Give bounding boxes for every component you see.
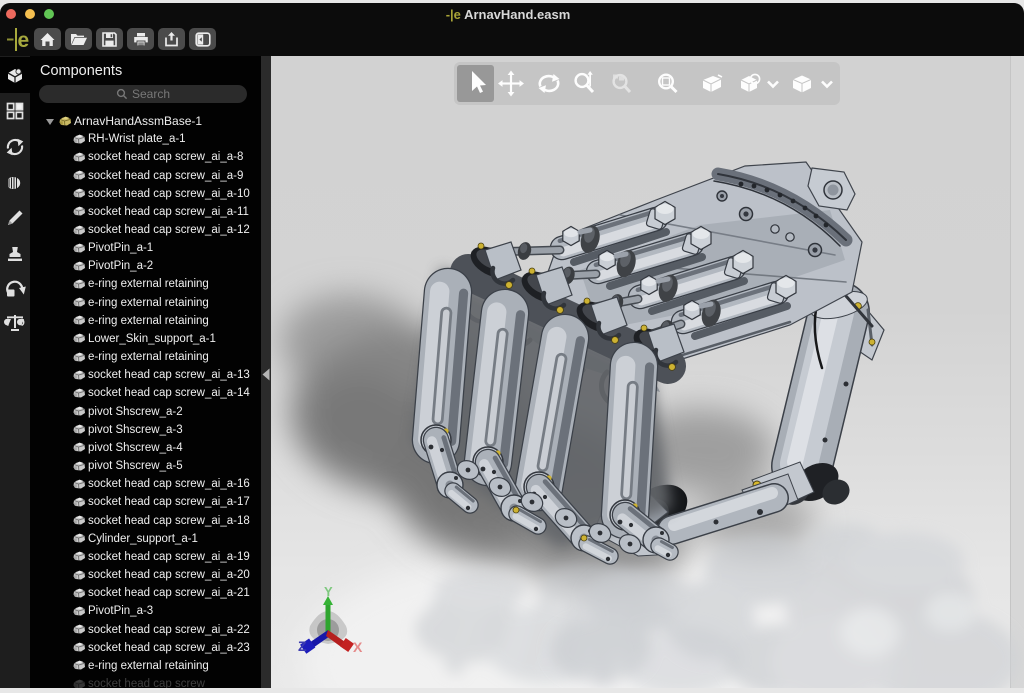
svg-text:X: X [353, 639, 363, 655]
svg-text:Z: Z [298, 638, 307, 654]
svg-text:Y: Y [324, 584, 333, 599]
